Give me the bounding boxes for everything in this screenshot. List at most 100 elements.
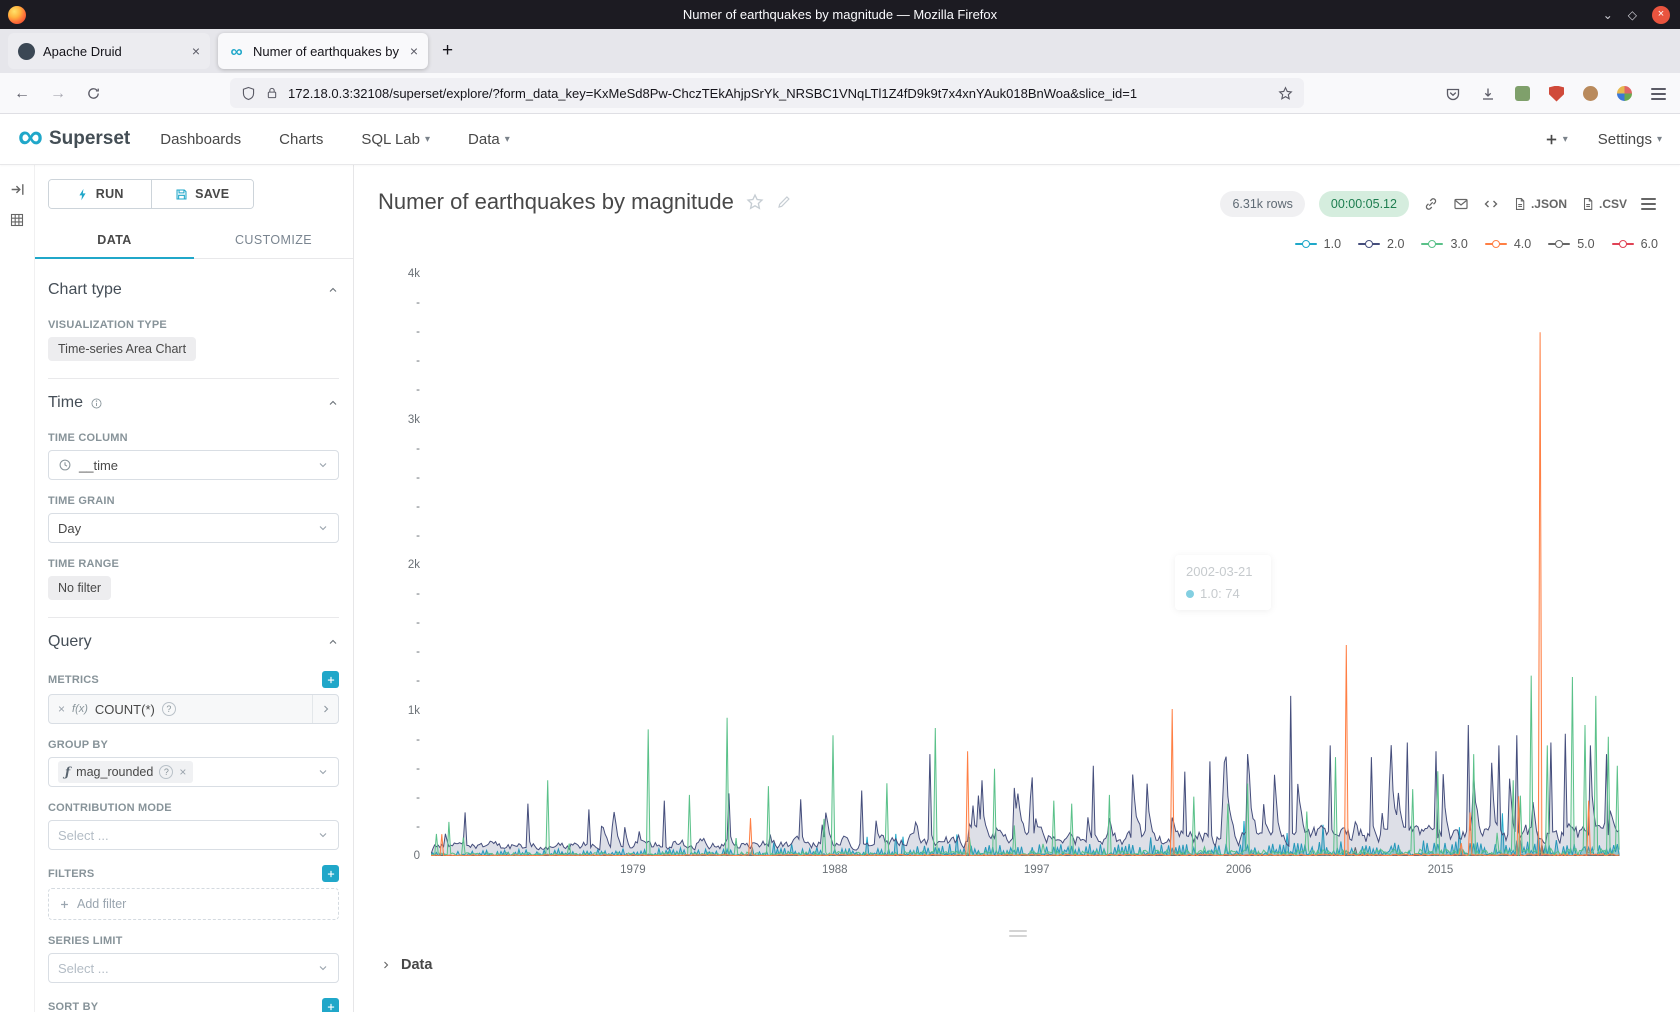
downloads-icon[interactable] [1480, 86, 1496, 102]
forward-button[interactable]: → [50, 85, 66, 103]
group-by-select[interactable]: ƒ mag_rounded ? × [48, 757, 339, 787]
run-button[interactable]: RUN [49, 180, 151, 208]
y-tick-label: - [375, 324, 420, 340]
close-tab-icon[interactable]: × [410, 43, 418, 59]
plus-icon [1544, 132, 1559, 147]
browser-toolbar: ← → 172.18.0.3:32108/superset/explore/?f… [0, 73, 1680, 114]
chevron-down-icon [317, 962, 329, 974]
add-filter-plus-button[interactable] [322, 865, 339, 882]
email-share-icon[interactable] [1453, 196, 1469, 212]
legend-label: 1.0 [1324, 237, 1341, 251]
series-limit-select[interactable]: Select ... [48, 953, 339, 983]
close-tab-icon[interactable]: × [192, 43, 200, 59]
back-button[interactable]: ← [14, 85, 30, 103]
maximize-icon[interactable]: ◇ [1628, 9, 1637, 21]
viz-type-button[interactable]: Time-series Area Chart [48, 337, 196, 361]
favorite-star-icon[interactable] [746, 193, 764, 211]
plus-icon [326, 1002, 336, 1012]
legend-item-4.0[interactable]: 4.0 [1485, 237, 1531, 251]
browser-tab-druid[interactable]: Apache Druid × [8, 33, 210, 69]
time-range-button[interactable]: No filter [48, 576, 111, 600]
time-column-value: __time [79, 458, 118, 473]
extension-icon[interactable] [1515, 86, 1530, 101]
legend-item-6.0[interactable]: 6.0 [1612, 237, 1658, 251]
legend-marker-icon [1295, 243, 1317, 245]
save-button[interactable]: SAVE [151, 180, 254, 208]
chart-menu-icon[interactable] [1641, 198, 1656, 210]
embed-code-icon[interactable] [1483, 196, 1499, 212]
tracking-shield-icon[interactable] [241, 86, 256, 101]
reload-button[interactable] [86, 86, 101, 101]
legend-item-1.0[interactable]: 1.0 [1295, 237, 1341, 251]
firefox-menu-icon[interactable] [1651, 88, 1666, 100]
bookmark-star-icon[interactable] [1278, 86, 1293, 101]
extension-icon[interactable] [1617, 86, 1632, 101]
legend-item-2.0[interactable]: 2.0 [1358, 237, 1404, 251]
nav-item-sql-lab[interactable]: SQL Lab▾ [361, 131, 430, 148]
nav-item-charts[interactable]: Charts [279, 131, 323, 148]
timeseries-area-chart[interactable] [431, 274, 1620, 856]
edit-title-icon[interactable] [776, 194, 792, 210]
json-label: .JSON [1531, 197, 1567, 211]
chevron-up-icon[interactable] [327, 397, 339, 409]
y-tick-label: - [375, 528, 420, 544]
metrics-label: METRICS [48, 674, 99, 686]
contribution-mode-select[interactable]: Select ... [48, 820, 339, 850]
pocket-icon[interactable] [1445, 86, 1461, 102]
remove-tag-icon[interactable]: × [179, 765, 186, 779]
adblock-extension-icon[interactable] [1549, 86, 1564, 102]
dataset-grid-icon[interactable] [9, 212, 25, 228]
y-tick-label: 1k [375, 703, 420, 719]
chevron-up-icon[interactable] [327, 636, 339, 648]
legend-marker-icon [1612, 243, 1634, 245]
y-axis: 0----1k----2k----3k----4k [354, 274, 425, 856]
window-menu-icon[interactable]: ⌄ [1603, 9, 1613, 21]
filters-label: FILTERS [48, 868, 94, 880]
group-by-tag[interactable]: ƒ mag_rounded ? × [58, 761, 193, 783]
new-tab-button[interactable]: + [442, 40, 453, 62]
lightning-icon [76, 188, 89, 201]
row-count-badge: 6.31k rows [1220, 191, 1304, 217]
url-text[interactable]: 172.18.0.3:32108/superset/explore/?form_… [288, 86, 1269, 101]
lock-icon[interactable] [265, 86, 279, 100]
add-filter-box[interactable]: Add filter [48, 888, 339, 920]
save-disk-icon [175, 188, 188, 201]
export-csv-button[interactable]: .CSV [1581, 197, 1627, 211]
time-grain-select[interactable]: Day [48, 513, 339, 543]
settings-menu[interactable]: Settings ▾ [1598, 131, 1662, 148]
nav-item-data[interactable]: Data▾ [468, 131, 510, 148]
tab-label: Apache Druid [43, 44, 185, 59]
controls-scroll[interactable]: Chart type VISUALIZATION TYPE Time-serie… [35, 259, 353, 1012]
legend-item-3.0[interactable]: 3.0 [1421, 237, 1467, 251]
group-by-label: GROUP BY [48, 739, 339, 751]
x-tick-label: 2015 [1411, 864, 1471, 876]
chevron-up-icon[interactable] [327, 284, 339, 296]
url-bar[interactable]: 172.18.0.3:32108/superset/explore/?form_… [230, 78, 1304, 108]
data-panel-toggle[interactable]: Data [380, 957, 432, 973]
add-metric-button[interactable] [322, 671, 339, 688]
legend-item-5.0[interactable]: 5.0 [1548, 237, 1594, 251]
add-new-button[interactable]: ▾ [1544, 132, 1568, 147]
export-json-button[interactable]: .JSON [1513, 197, 1567, 211]
time-column-select[interactable]: __time [48, 450, 339, 480]
collapse-panel-icon[interactable] [9, 181, 26, 198]
series-line-2.0 [431, 696, 1619, 854]
tab-data[interactable]: DATA [35, 221, 194, 258]
nav-item-dashboards[interactable]: Dashboards [160, 131, 241, 148]
y-tick-label: - [375, 644, 420, 660]
metric-expand-caret[interactable] [312, 695, 338, 723]
resize-handle[interactable] [1009, 927, 1027, 940]
close-window-button[interactable]: × [1652, 6, 1670, 24]
metric-pill[interactable]: × f(x) COUNT(*) ? [48, 694, 339, 724]
left-rail [0, 165, 35, 1012]
extension-icon[interactable] [1583, 86, 1598, 101]
add-sort-by-button[interactable] [322, 998, 339, 1012]
superset-logo[interactable]: ∞ Superset [18, 126, 130, 152]
remove-metric-icon[interactable]: × [58, 702, 65, 716]
code-icon [1483, 196, 1499, 212]
legend-label: 4.0 [1514, 237, 1531, 251]
share-link-icon[interactable] [1423, 196, 1439, 212]
browser-tab-superset[interactable]: ∞ Numer of earthquakes by × [218, 33, 428, 69]
tab-customize[interactable]: CUSTOMIZE [194, 221, 353, 258]
y-tick-label: - [375, 732, 420, 748]
